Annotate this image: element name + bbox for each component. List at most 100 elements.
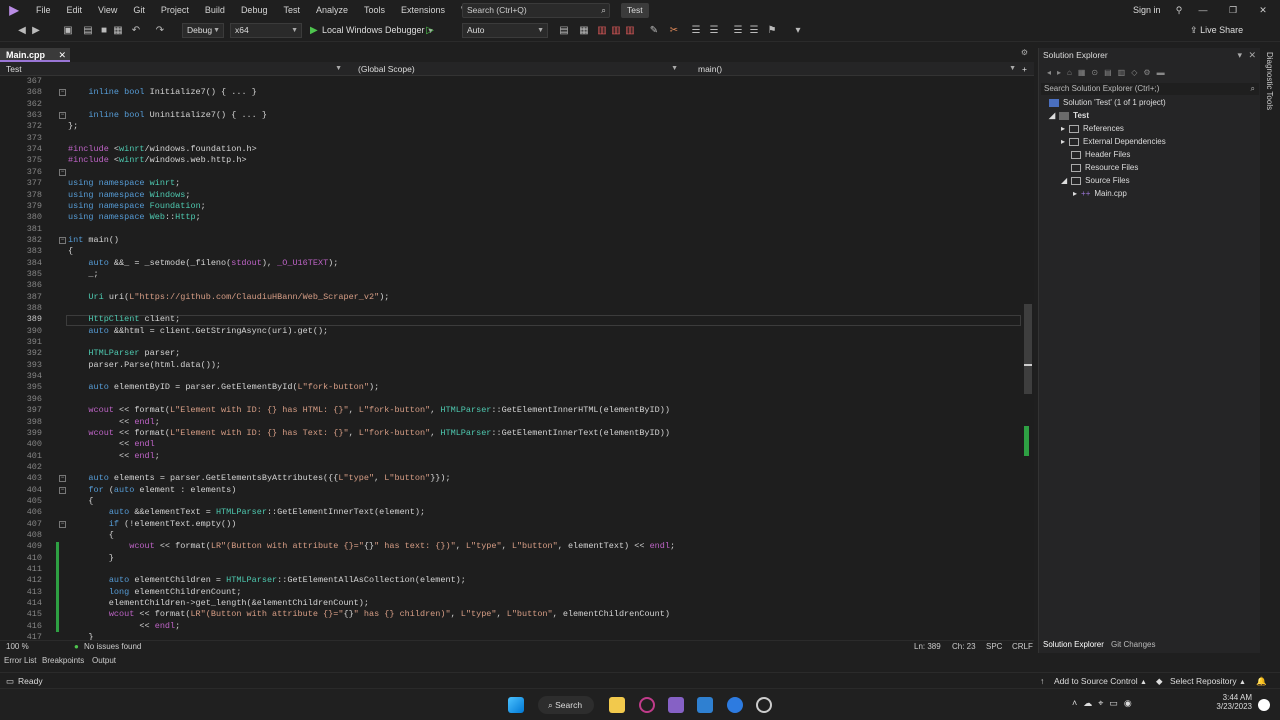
file-explorer-icon[interactable]	[609, 697, 625, 713]
menu-git[interactable]: Git	[125, 0, 153, 20]
scrollbar-thumb[interactable]	[1024, 304, 1032, 394]
code-line[interactable]: parser.Parse(html.data());	[68, 360, 221, 371]
menu-extensions[interactable]: Extensions	[393, 0, 453, 20]
code-line[interactable]: if (!elementText.empty())	[68, 519, 237, 530]
code-line[interactable]: };	[68, 121, 78, 132]
fold-toggle-icon[interactable]: −	[59, 521, 66, 528]
forward-icon[interactable]: ▶	[30, 24, 42, 37]
auto-dropdown[interactable]: Auto ▼	[462, 23, 548, 38]
code-line[interactable]: Uri uri(L"https://github.com/ClaudiuHBan…	[68, 292, 389, 303]
code-line[interactable]: using namespace Web::Http;	[68, 212, 201, 223]
code-line[interactable]: inline bool Uninitialize7() { ... }	[68, 110, 267, 121]
toolbar-icon-5[interactable]: ▥	[624, 24, 636, 37]
diagnostic-tools-tab[interactable]: Diagnostic Tools	[1265, 52, 1274, 110]
solution-name-badge[interactable]: Test	[621, 3, 649, 18]
visual-studio-icon[interactable]	[668, 697, 684, 713]
se-toolbar-icons[interactable]: ◂▸⌂▦⊙▤▥◇⚙▬	[1047, 68, 1171, 77]
configuration-dropdown[interactable]: Debug ▼	[182, 23, 224, 38]
fold-toggle-icon[interactable]: −	[59, 89, 66, 96]
fold-toggle-icon[interactable]: −	[59, 487, 66, 494]
minimize-icon[interactable]: —	[1188, 0, 1218, 20]
vertical-scrollbar[interactable]	[1022, 76, 1034, 640]
indent-mode[interactable]: SPC	[986, 641, 1002, 653]
line-ending[interactable]: CRLF	[1012, 641, 1033, 653]
code-line[interactable]: HTMLParser parser;	[68, 348, 180, 359]
menu-file[interactable]: File	[28, 0, 59, 20]
notifications-icon[interactable]: 🔔	[1256, 673, 1267, 689]
code-line[interactable]: long elementChildrenCount;	[68, 587, 242, 598]
menu-test[interactable]: Test	[275, 0, 308, 20]
menu-edit[interactable]: Edit	[59, 0, 91, 20]
uncomment-icon[interactable]: ☰	[748, 24, 760, 37]
tree-solution[interactable]: Solution 'Test' (1 of 1 project)	[1049, 97, 1166, 109]
toolbar-icon-1[interactable]: ▤	[558, 24, 570, 37]
code-line[interactable]: << endl;	[68, 417, 160, 428]
code-line[interactable]: for (auto element : elements)	[68, 485, 236, 496]
tree-main-cpp[interactable]: ▸ ++ Main.cpp	[1073, 188, 1127, 200]
code-line[interactable]: #include <winrt/windows.web.http.h>	[68, 155, 247, 166]
tab-error-list[interactable]: Error List	[4, 654, 36, 668]
menu-debug[interactable]: Debug	[233, 0, 276, 20]
toolbar-icon-6[interactable]: ✎	[648, 24, 660, 37]
system-tray-icons[interactable]: ˄☁⌖▭◉	[1072, 698, 1138, 709]
bookmark-icon[interactable]: ⚑	[766, 24, 778, 37]
tab-output[interactable]: Output	[92, 654, 116, 668]
tree-source-files[interactable]: ◢ Source Files	[1061, 175, 1130, 187]
save-icon[interactable]: ■	[98, 24, 110, 37]
code-line[interactable]: using namespace Windows;	[68, 190, 190, 201]
scope-dropdown[interactable]: (Global Scope) ▼	[358, 62, 682, 76]
code-line[interactable]: wcout << format(L"Element with ID: {} ha…	[68, 428, 670, 439]
close-panel-icon[interactable]: ✕	[1248, 50, 1256, 61]
tab-solution-explorer[interactable]: Solution Explorer	[1043, 638, 1104, 652]
redo-icon[interactable]: ↷	[154, 24, 166, 37]
save-all-icon[interactable]: ▦	[112, 24, 124, 37]
comment-icon[interactable]: ☰	[732, 24, 744, 37]
back-icon[interactable]: ◀	[16, 24, 28, 37]
code-line[interactable]: auto elementByID = parser.GetElementById…	[68, 382, 379, 393]
code-line[interactable]: _;	[68, 269, 98, 280]
menu-analyze[interactable]: Analyze	[308, 0, 356, 20]
toolbar-icon-3[interactable]: ▥	[596, 24, 608, 37]
code-line[interactable]: #include <winrt/windows.foundation.h>	[68, 144, 257, 155]
opera-icon[interactable]	[639, 697, 655, 713]
fold-toggle-icon[interactable]: −	[59, 475, 66, 482]
start-without-debugging-icon[interactable]: ▷	[424, 24, 436, 37]
code-line[interactable]: }	[68, 632, 93, 640]
code-line[interactable]: {	[68, 496, 93, 507]
code-line[interactable]: {	[68, 246, 73, 257]
fold-toggle-icon[interactable]: −	[59, 237, 66, 244]
notification-badge-icon[interactable]	[1258, 699, 1270, 711]
project-dropdown[interactable]: Test ▼	[6, 62, 346, 76]
fold-toggle-icon[interactable]: −	[59, 112, 66, 119]
zoom-level[interactable]: 100 %	[6, 641, 29, 653]
issues-text[interactable]: No issues found	[84, 641, 141, 653]
code-line[interactable]: << endl	[68, 439, 155, 450]
code-line[interactable]: HttpClient client;	[68, 314, 180, 325]
code-line[interactable]: wcout << format(LR"(Button with attribut…	[68, 541, 675, 552]
sign-in-link[interactable]: Sign in	[1133, 0, 1161, 20]
toolbar-icon-2[interactable]: ▦	[578, 24, 590, 37]
code-line[interactable]: << endl;	[68, 451, 160, 462]
menu-build[interactable]: Build	[197, 0, 233, 20]
toolbar-icon-4[interactable]: ▥	[610, 24, 622, 37]
toolbar-icon-9[interactable]: ☰	[708, 24, 720, 37]
taskbar-search-button[interactable]: ⌕ Search	[538, 696, 594, 714]
search-input[interactable]: Search (Ctrl+Q) ⌕	[462, 3, 610, 18]
code-line[interactable]: wcout << format(LR"(Button with attribut…	[68, 609, 670, 620]
code-line[interactable]: auto &&html = client.GetStringAsync(uri)…	[68, 326, 328, 337]
tree-project[interactable]: ◢ Test	[1049, 110, 1089, 122]
restore-icon[interactable]: ❐	[1218, 0, 1248, 20]
code-line[interactable]: auto elementChildren = HTMLParser::GetEl…	[68, 575, 466, 586]
menu-view[interactable]: View	[90, 0, 125, 20]
code-line[interactable]: auto elements = parser.GetElementsByAttr…	[68, 473, 450, 484]
pin-icon[interactable]: ▾	[1237, 50, 1242, 61]
close-tab-icon[interactable]: ✕	[58, 48, 66, 62]
tree-header-files[interactable]: Header Files	[1071, 149, 1130, 161]
fold-toggle-icon[interactable]: −	[59, 169, 66, 176]
code-editor[interactable]: 367 368 inline bool Initialize7() { ... }…	[0, 76, 1034, 640]
close-window-icon[interactable]: ✕	[1248, 0, 1278, 20]
solution-search-input[interactable]: Search Solution Explorer (Ctrl+;) ⌕	[1041, 83, 1259, 95]
vscode-icon[interactable]	[697, 697, 713, 713]
code-line[interactable]: inline bool Initialize7() { ... }	[68, 87, 256, 98]
tree-references[interactable]: ▸ References	[1061, 123, 1124, 135]
